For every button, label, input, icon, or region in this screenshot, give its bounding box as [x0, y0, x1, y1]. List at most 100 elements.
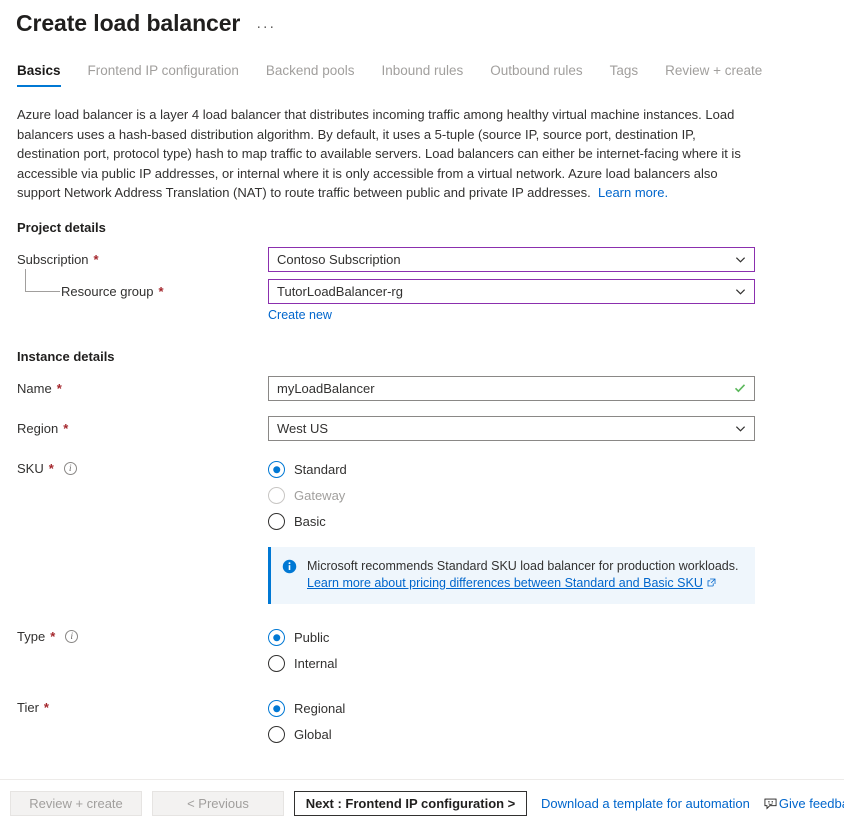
- required-marker: *: [159, 284, 164, 299]
- type-row: Type * i Public Internal: [17, 624, 844, 677]
- region-control: West US: [268, 416, 844, 441]
- subscription-row: Subscription * Contoso Subscription: [17, 247, 844, 273]
- give-feedback-label: Give feedback: [779, 796, 844, 811]
- external-link-icon: [707, 578, 716, 587]
- learn-more-link[interactable]: Learn more.: [598, 185, 668, 200]
- required-marker: *: [63, 421, 68, 436]
- type-label-text: Type: [17, 629, 45, 644]
- name-input[interactable]: myLoadBalancer: [268, 376, 755, 401]
- region-select[interactable]: West US: [268, 416, 755, 441]
- sku-option-label: Basic: [294, 514, 326, 529]
- name-row: Name * myLoadBalancer: [17, 376, 844, 402]
- region-label-text: Region: [17, 421, 58, 436]
- wizard-footer: Review + create < Previous Next : Fronte…: [0, 779, 844, 826]
- create-new-resource-group-link[interactable]: Create new: [268, 308, 332, 322]
- project-details-heading: Project details: [17, 220, 844, 235]
- tier-option-label: Regional: [294, 701, 345, 716]
- region-value: West US: [277, 421, 735, 436]
- tier-option-regional[interactable]: Regional: [268, 696, 844, 722]
- review-create-button[interactable]: Review + create: [10, 791, 142, 816]
- sku-option-basic[interactable]: Basic: [268, 509, 844, 535]
- resource-group-select[interactable]: TutorLoadBalancer-rg: [268, 279, 755, 304]
- required-marker: *: [94, 252, 99, 267]
- tab-frontend-ip-configuration[interactable]: Frontend IP configuration: [88, 63, 239, 87]
- sku-radio-group: Standard Gateway Basic: [268, 456, 844, 535]
- type-control: Public Internal: [268, 624, 844, 677]
- type-option-public[interactable]: Public: [268, 625, 844, 651]
- sku-info-banner: Microsoft recommends Standard SKU load b…: [268, 547, 755, 604]
- tab-basics[interactable]: Basics: [17, 63, 61, 87]
- subscription-value: Contoso Subscription: [277, 252, 735, 267]
- intro-description: Azure load balancer is a layer 4 load ba…: [17, 105, 755, 203]
- info-circle-icon: [282, 559, 297, 574]
- tier-row: Tier * Regional Global: [17, 695, 844, 748]
- download-template-link[interactable]: Download a template for automation: [541, 796, 750, 811]
- wizard-tabs: Basics Frontend IP configuration Backend…: [0, 63, 844, 87]
- sku-option-label: Gateway: [294, 488, 345, 503]
- tab-backend-pools[interactable]: Backend pools: [266, 63, 355, 87]
- type-option-label: Internal: [294, 656, 337, 671]
- type-radio-group: Public Internal: [268, 624, 844, 677]
- chevron-down-icon: [735, 286, 746, 297]
- radio-dot-icon: [268, 726, 285, 743]
- type-option-internal[interactable]: Internal: [268, 651, 844, 677]
- required-marker: *: [44, 700, 49, 715]
- name-label-text: Name: [17, 381, 52, 396]
- previous-button[interactable]: < Previous: [152, 791, 284, 816]
- tab-inbound-rules[interactable]: Inbound rules: [381, 63, 463, 87]
- info-icon[interactable]: i: [65, 630, 78, 643]
- sku-control: Standard Gateway Basic Micro: [268, 456, 844, 610]
- type-option-label: Public: [294, 630, 329, 645]
- radio-dot-icon: [268, 629, 285, 646]
- page-header: Create load balancer ···: [0, 0, 844, 37]
- required-marker: *: [49, 461, 54, 476]
- subscription-label-text: Subscription: [17, 252, 89, 267]
- instance-details-heading: Instance details: [17, 349, 844, 364]
- name-control: myLoadBalancer: [268, 376, 844, 401]
- tab-review-create[interactable]: Review + create: [665, 63, 762, 87]
- sku-option-gateway: Gateway: [268, 483, 844, 509]
- chevron-down-icon: [735, 423, 746, 434]
- sku-info-banner-text: Microsoft recommends Standard SKU load b…: [307, 559, 738, 573]
- resource-group-label: Resource group *: [17, 279, 268, 299]
- sku-row: SKU * i Standard Gateway Basic: [17, 456, 844, 610]
- radio-dot-icon: [268, 487, 285, 504]
- radio-dot-icon: [268, 700, 285, 717]
- region-row: Region * West US: [17, 416, 844, 442]
- chevron-down-icon: [735, 254, 746, 265]
- give-feedback-link[interactable]: Give feedback: [764, 796, 844, 811]
- tier-radio-group: Regional Global: [268, 695, 844, 748]
- tab-outbound-rules[interactable]: Outbound rules: [490, 63, 582, 87]
- sku-pricing-link[interactable]: Learn more about pricing differences bet…: [307, 576, 703, 590]
- radio-dot-icon: [268, 513, 285, 530]
- more-options-icon[interactable]: ···: [256, 19, 276, 34]
- subscription-select[interactable]: Contoso Subscription: [268, 247, 755, 272]
- region-label: Region *: [17, 416, 268, 436]
- subscription-control: Contoso Subscription: [268, 247, 844, 272]
- tier-label-text: Tier: [17, 700, 39, 715]
- sku-option-standard[interactable]: Standard: [268, 457, 844, 483]
- name-value: myLoadBalancer: [277, 381, 734, 396]
- sku-label-text: SKU: [17, 461, 44, 476]
- page-title: Create load balancer: [16, 10, 240, 37]
- required-marker: *: [57, 381, 62, 396]
- required-marker: *: [50, 629, 55, 644]
- subscription-label: Subscription *: [17, 247, 268, 267]
- resource-group-control: TutorLoadBalancer-rg Create new: [268, 279, 844, 322]
- feedback-smiley-icon: [764, 797, 777, 810]
- sku-info-banner-body: Microsoft recommends Standard SKU load b…: [307, 558, 738, 592]
- info-icon[interactable]: i: [64, 462, 77, 475]
- valid-check-icon: [734, 382, 746, 394]
- tab-tags[interactable]: Tags: [610, 63, 639, 87]
- resource-group-row: Resource group * TutorLoadBalancer-rg Cr…: [17, 279, 844, 322]
- tier-control: Regional Global: [268, 695, 844, 748]
- radio-dot-icon: [268, 461, 285, 478]
- next-button[interactable]: Next : Frontend IP configuration >: [294, 791, 527, 816]
- sku-option-label: Standard: [294, 462, 347, 477]
- type-label: Type * i: [17, 624, 268, 644]
- tier-option-global[interactable]: Global: [268, 722, 844, 748]
- radio-dot-icon: [268, 655, 285, 672]
- tier-option-label: Global: [294, 727, 332, 742]
- name-label: Name *: [17, 376, 268, 396]
- resource-group-label-text: Resource group: [61, 284, 154, 299]
